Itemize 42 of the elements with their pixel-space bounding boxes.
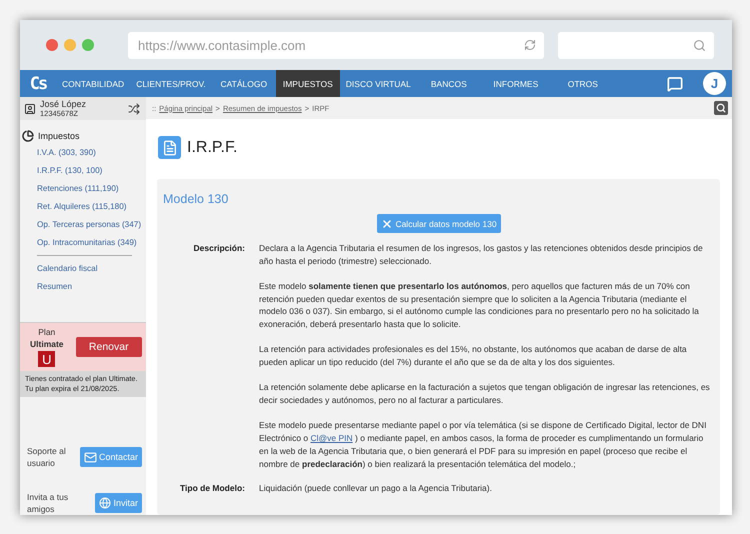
invite-button[interactable]: Invitar <box>95 493 142 513</box>
field-label: Descripción: <box>192 242 246 255</box>
nav-tab[interactable]: BANCOS <box>416 70 481 97</box>
sidebar-link[interactable]: Op. Terceras personas (347) <box>37 219 142 230</box>
nav-tab[interactable]: CONTABILIDAD <box>56 70 130 97</box>
plan-name: Ultimate <box>30 339 64 349</box>
address-field[interactable]: https://www.contasimple.com <box>128 32 544 58</box>
nav-tab[interactable]: IMPUESTOS <box>276 70 340 97</box>
description-paragraph: La retención para actividades profesionales es del 15%, no obstante, los autónomos que acaban de darse de alta pueden aplicar un tipo reducido (del 7%) durante el año que se da de alta y los dos siguientes. <box>259 343 688 369</box>
plan-label: Plan <box>38 327 56 337</box>
nav-tab[interactable]: INFORMES <box>480 70 551 97</box>
nav-tab[interactable]: OTROS <box>550 70 615 97</box>
user-name: José López <box>40 99 88 109</box>
description-paragraph: Este modelo puede presentarse mediante papel o por vía telemática (si se dispone de Certificado Digital, lector de DNI Electrónico o Cl@ve PIN ) o mediante papel, en ambos casos, la forma de proceder es cumplimentando un formulario en la web de la Agencia Tributaria que, o bien generará el PDF para su impresión en papel (proceso que recibe el nombre de predeclaración) o bien realizará la presentación telemática del modelo.; <box>259 419 708 470</box>
url-text: https://www.contasimple.com <box>138 38 306 52</box>
section-title: Impuestos <box>38 131 80 141</box>
sidebar-link[interactable]: Resumen <box>37 281 142 292</box>
description-paragraph: Declara a la Agencia Tributaria el resumen de los ingresos, los gastos y las retenciones obtenidos desde principios de año hasta el periodo (trimestre) seleccionado. <box>259 242 704 268</box>
sidebar-link[interactable]: Calendario fiscal <box>37 263 142 274</box>
user-avatar[interactable]: J <box>703 72 726 95</box>
page-title: I.R.P.F. <box>187 138 238 156</box>
logo[interactable]: Cs <box>20 70 56 97</box>
cl-ve-pin-link[interactable]: Cl@ve PIN <box>310 433 353 444</box>
sidebar-link[interactable]: I.R.P.F. (130, 100) <box>37 165 142 176</box>
sidebar-link[interactable]: Retenciones (111,190) <box>37 183 142 194</box>
nav-tab[interactable]: DISCO VIRTUAL <box>340 70 417 97</box>
plan-badge: U <box>38 351 56 367</box>
description-paragraph: Liquidación (puede conllevar un pago a la Agencia Tributaria). <box>259 482 493 495</box>
card-title: Modelo 130 <box>163 192 230 206</box>
contact-button[interactable]: Contactar <box>80 447 142 467</box>
invite-text: Invita a tus amigos <box>27 491 70 515</box>
sidebar-link[interactable]: Op. Intracomunitarias (349) <box>37 237 142 248</box>
description-paragraph: Este modelo solamente tienen que presentarlo los autónomos, pero aquellos que facturen más de un 70% con retención pueden quedar exentos de su presentación siempre que lo soliciten a la Agencia Tributaria (mediante el modelo 036 o 037). Sin embargo, si el autónomo cumple las condiciones para no presentarlo pero no ha solicitado la exoneración, deberá presentarlo hasta que lo solicite. <box>259 280 700 331</box>
field-label: Tipo de Modelo: <box>178 482 246 495</box>
nav-tab[interactable]: CATÁLOGO <box>212 70 276 97</box>
description-paragraph: La retención solamente debe aplicarse en la facturación a sujetos que tengan obligación de ingresar las retenciones, es decir sociedades y autónomos, pero no al facturar a particulares. <box>259 381 711 407</box>
calculate-button[interactable]: Calcular datos modelo 130 <box>377 214 501 233</box>
sidebar-link[interactable]: Ret. Alquileres (115,180) <box>37 201 142 212</box>
renew-button[interactable]: Renovar <box>76 337 142 357</box>
support-text: Soporte al usuario <box>27 445 67 469</box>
sidebar-link[interactable]: I.V.A. (303, 390) <box>37 147 142 158</box>
nav-tab[interactable]: CLIENTES/PROV. <box>130 70 212 97</box>
